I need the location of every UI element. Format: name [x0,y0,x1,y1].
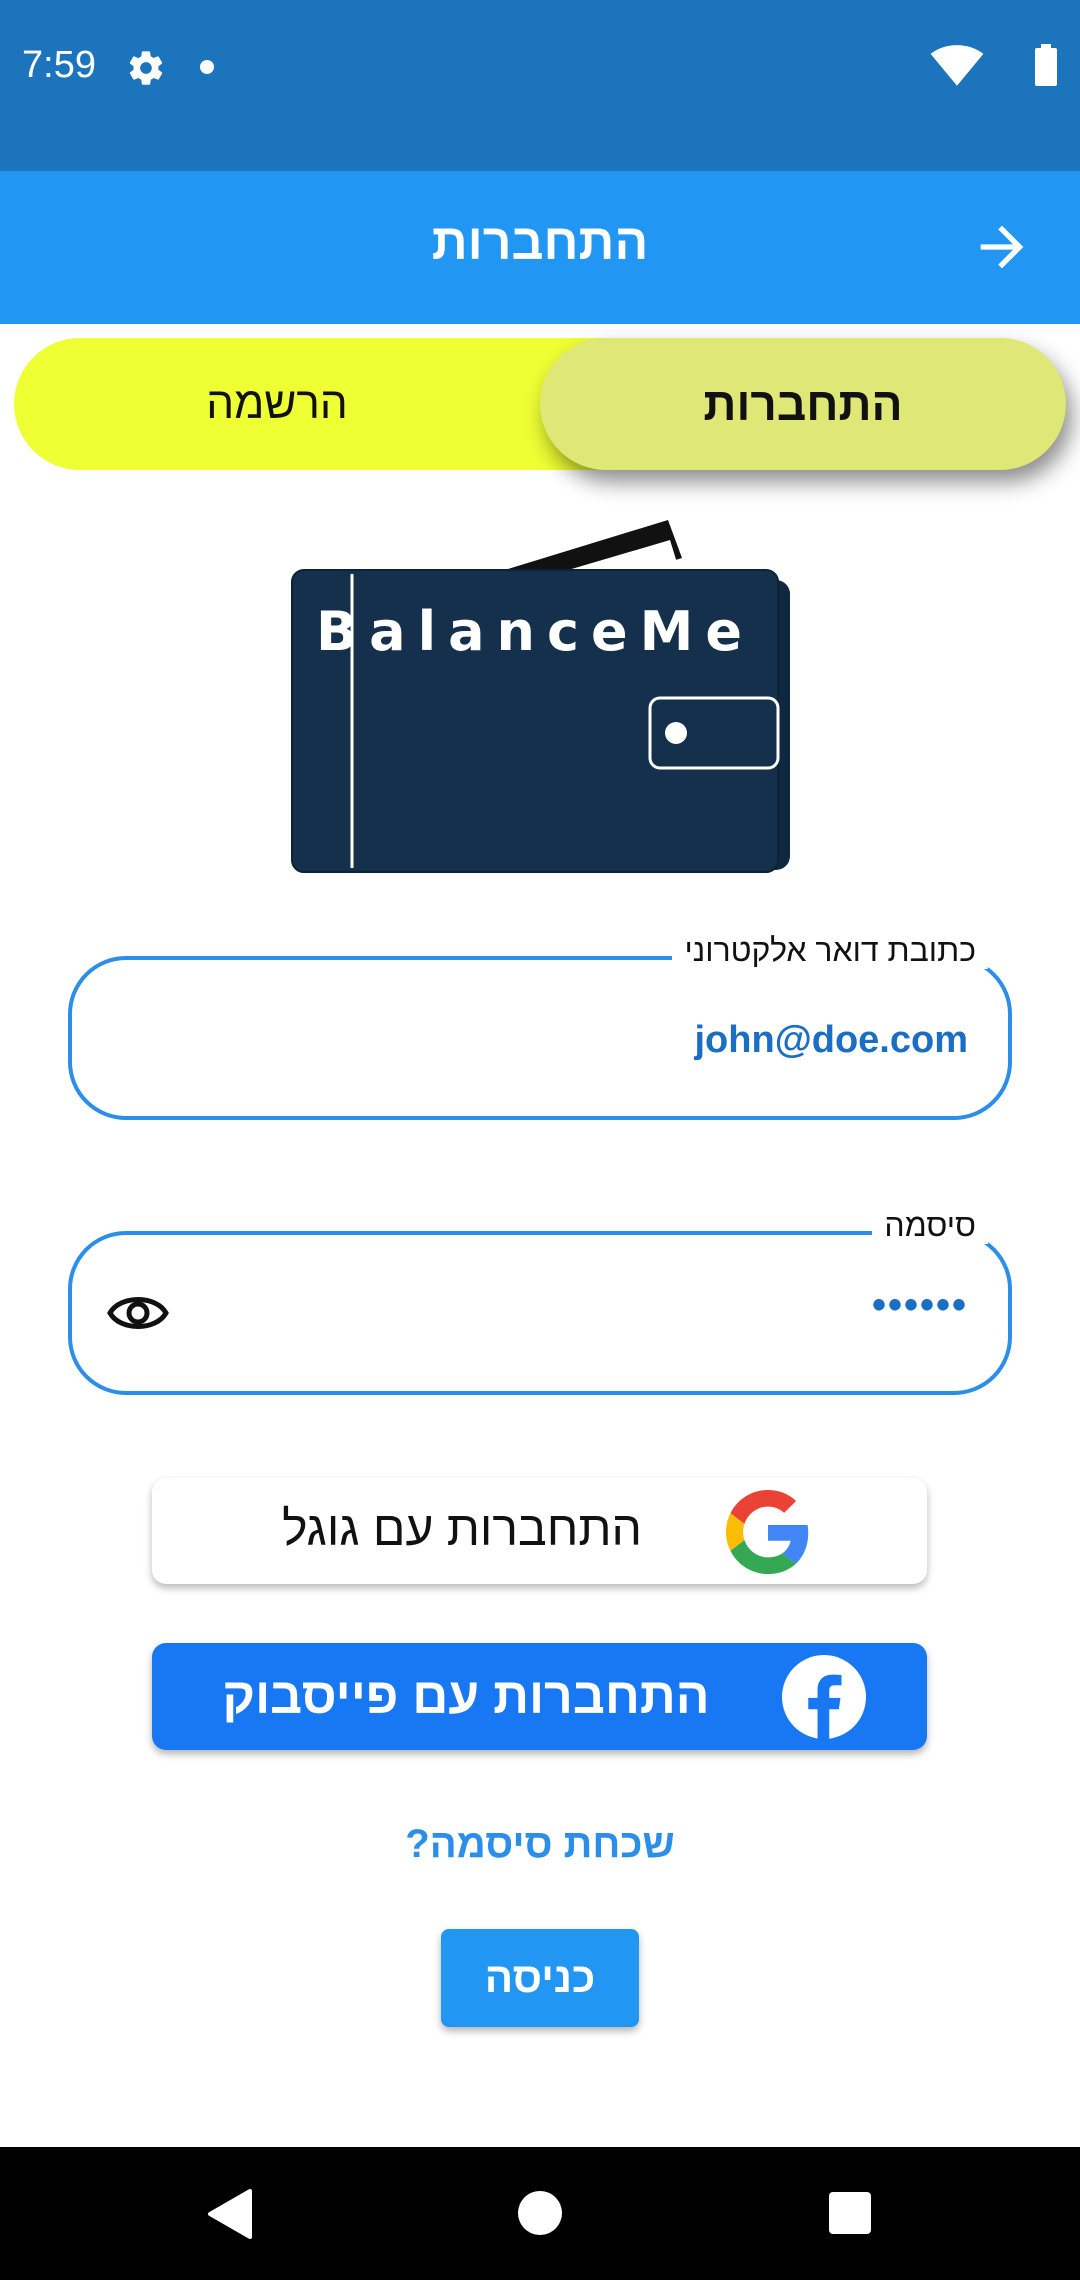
tab-register[interactable]: הרשמה [14,338,540,470]
status-bar: 7:59 [0,0,1080,171]
auth-mode-toggle: הרשמה התחברות [14,338,1066,470]
email-field-label: כתובת דואר אלקטרוני [672,932,988,969]
tab-login[interactable]: התחברות [540,338,1066,470]
app-bar: התחברות [0,171,1080,324]
arrow-right-icon[interactable] [970,215,1034,279]
settings-icon [129,51,163,85]
password-field-label: סיסמה [872,1207,988,1244]
facebook-icon [782,1655,866,1739]
navigation-bar [0,2147,1080,2280]
recents-square-icon[interactable] [829,2192,871,2234]
password-field[interactable]: סיסמה •••••• [68,1207,1012,1395]
notification-dot-icon [200,60,214,74]
enter-button[interactable]: כניסה [441,1929,639,2027]
email-field[interactable]: כתובת דואר אלקטרוני [68,932,1012,1120]
google-signin-button[interactable]: התחברות עם גוגל [152,1478,927,1584]
wifi-icon [930,45,984,86]
battery-icon [1035,44,1057,86]
back-triangle-icon[interactable] [204,2187,254,2241]
facebook-signin-button[interactable]: התחברות עם פייסבוק [152,1643,927,1750]
password-input[interactable]: •••••• [872,1283,968,1328]
logo-text: BalanceMe [316,600,754,663]
eye-icon[interactable] [106,1287,170,1339]
balanceme-logo: BalanceMe [291,520,790,873]
home-circle-icon[interactable] [518,2191,562,2235]
google-signin-label: התחברות עם גוגל [282,1503,642,1556]
email-input[interactable] [112,1010,968,1070]
page-title: התחברות [431,214,649,270]
forgot-password-link[interactable]: שכחת סיסמה? [0,1822,1080,1867]
facebook-signin-label: התחברות עם פייסבוק [222,1668,710,1724]
login-screen: 7:59 התחברות הרשמה התחברות BalanceMe כתו… [0,0,1080,2280]
status-time: 7:59 [22,44,96,86]
google-icon [726,1490,809,1574]
